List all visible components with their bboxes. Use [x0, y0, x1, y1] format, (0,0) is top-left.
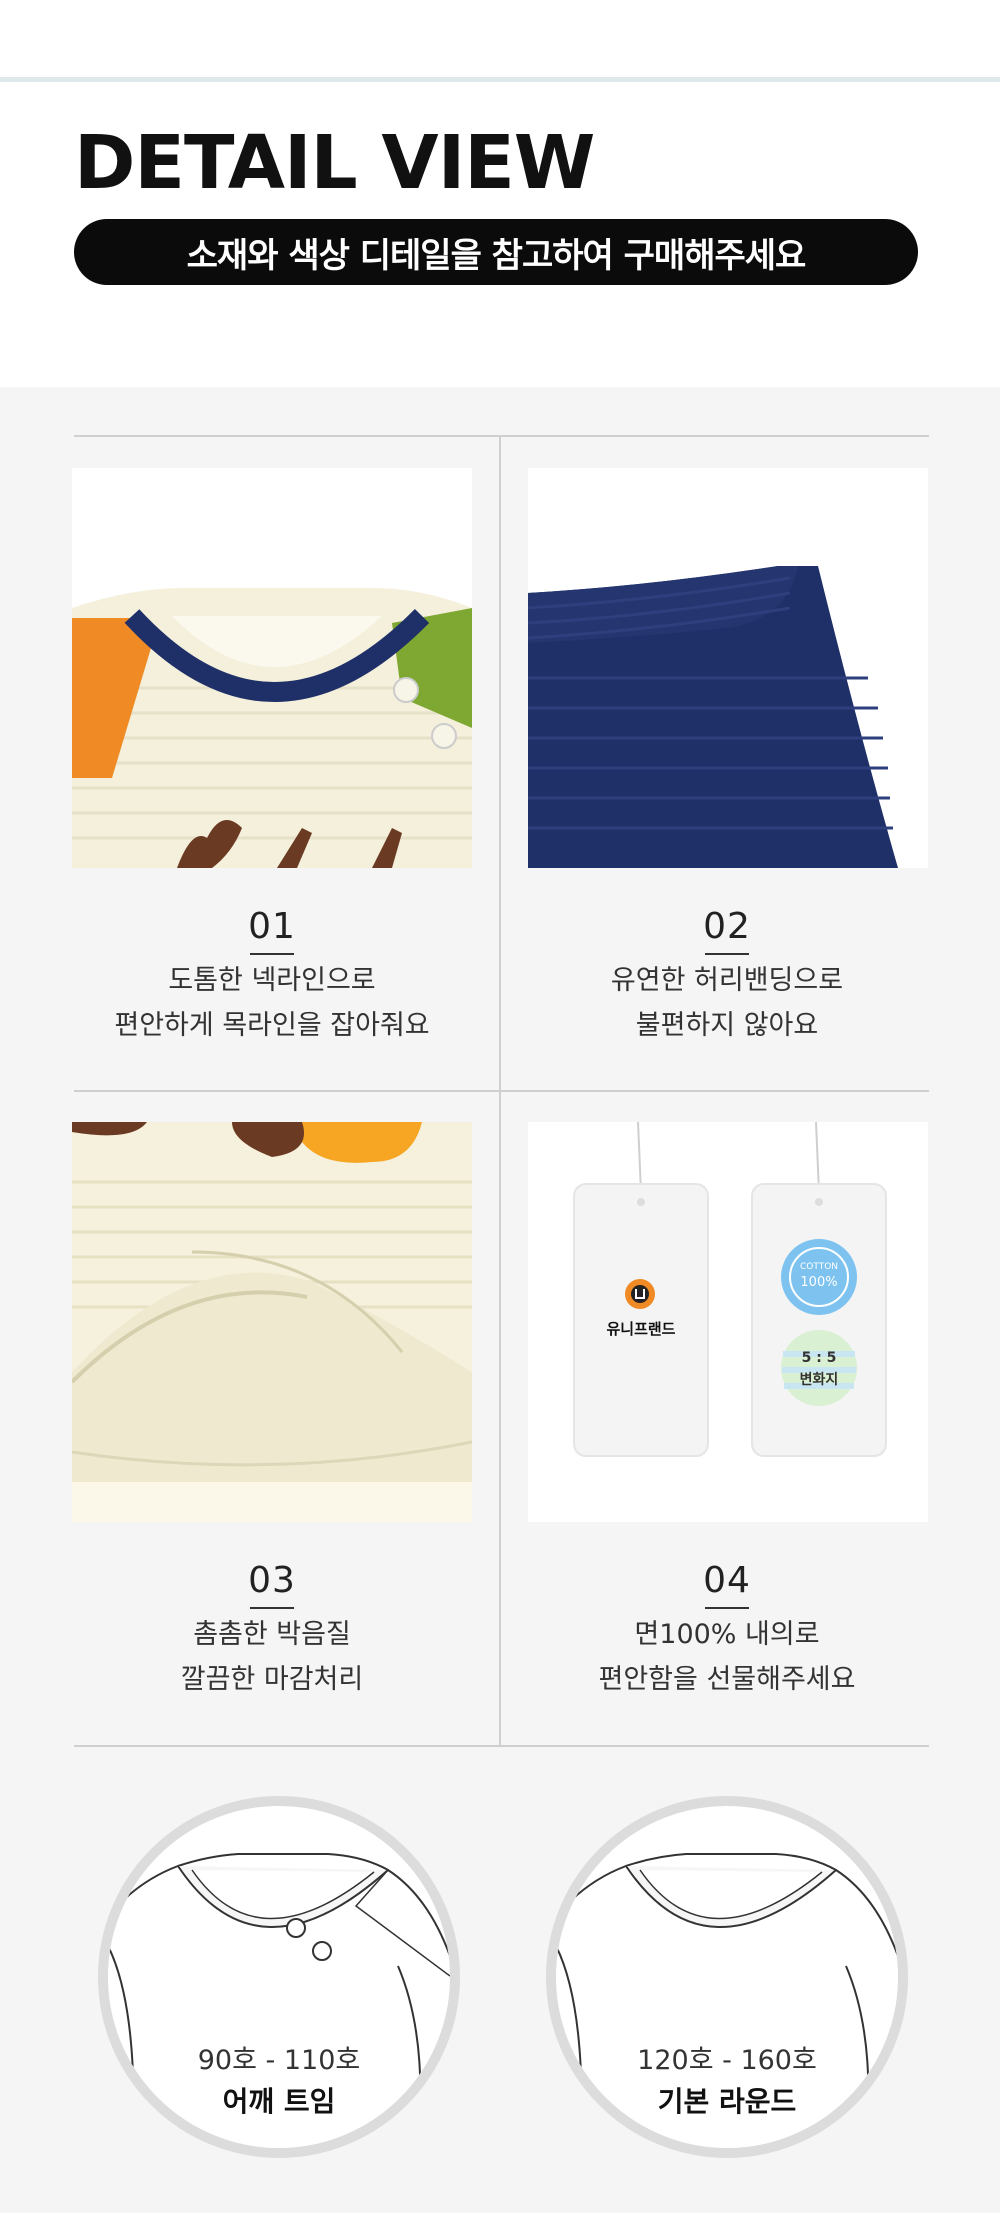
hang-tags-photo: 유니프랜드 COTTON 100% 5 : 5 변화지: [528, 1122, 928, 1522]
ratio-badge-label: 변화지: [799, 1372, 839, 1388]
detail-number: 03: [42, 1560, 502, 1609]
detail-description: 도톰한 넥라인으로 편안하게 목라인을 잡아줘요: [114, 965, 430, 1041]
page-title: DETAIL VIEW: [74, 120, 595, 206]
neckline-photo: [72, 468, 472, 868]
neckline-type: 어깨 트임: [222, 2085, 336, 2118]
detail-description: 면100% 내의로 편안함을 선물해주세요: [598, 1619, 856, 1695]
cotton-badge-percent: 100%: [800, 1275, 838, 1290]
grid-line-vertical: [499, 437, 501, 1745]
cotton-badge-top: COTTON: [799, 1262, 839, 1272]
neckline-type: 기본 라운드: [657, 2085, 797, 2118]
grid-line-top: [74, 435, 929, 437]
waistband-photo: [528, 468, 928, 868]
subtitle-banner: 소재와 색상 디테일을 참고하여 구매해주세요: [74, 219, 918, 285]
neckline-shoulder-opening: 90호 - 110호 어깨 트임: [98, 1796, 460, 2158]
ratio-badge-value: 5 : 5: [801, 1350, 837, 1366]
size-range: 90호 - 110호: [197, 2045, 361, 2076]
grid-line-middle: [74, 1090, 929, 1092]
detail-description: 촘촘한 박음질 깔끔한 마감처리: [180, 1619, 364, 1695]
stitching-photo: [72, 1122, 472, 1522]
subtitle-text: 소재와 색상 디테일을 참고하여 구매해주세요: [186, 235, 807, 276]
neckline-basic-round: 120호 - 160호 기본 라운드: [546, 1796, 908, 2158]
detail-number: 02: [497, 906, 957, 955]
detail-number: 01: [42, 906, 502, 955]
detail-number: 04: [497, 1560, 957, 1609]
top-divider: [0, 77, 1000, 82]
size-range: 120호 - 160호: [637, 2045, 817, 2076]
detail-description: 유연한 허리밴딩으로 불편하지 않아요: [610, 965, 844, 1041]
grid-line-bottom: [74, 1745, 929, 1747]
tag-brand-label: 유니프랜드: [606, 1320, 676, 1338]
